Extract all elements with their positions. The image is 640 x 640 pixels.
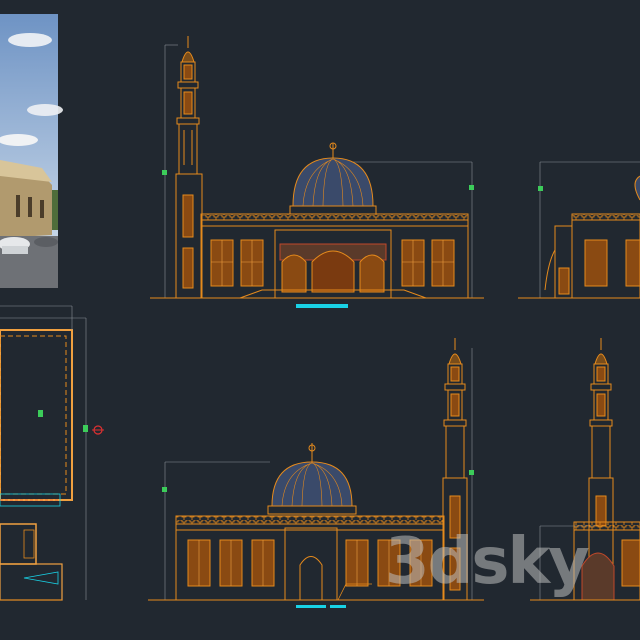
entrance-portal <box>274 229 392 299</box>
watermark-3dsky: 3dsky <box>385 525 590 599</box>
dome <box>267 443 357 515</box>
reference-photo <box>0 14 63 288</box>
side-elevation-cropped[interactable] <box>518 161 640 299</box>
floor-plan[interactable] <box>0 305 104 601</box>
cad-viewport[interactable]: 3dsky <box>0 0 640 640</box>
minaret <box>175 36 203 299</box>
dome <box>289 142 377 215</box>
front-elevation[interactable] <box>150 36 484 308</box>
